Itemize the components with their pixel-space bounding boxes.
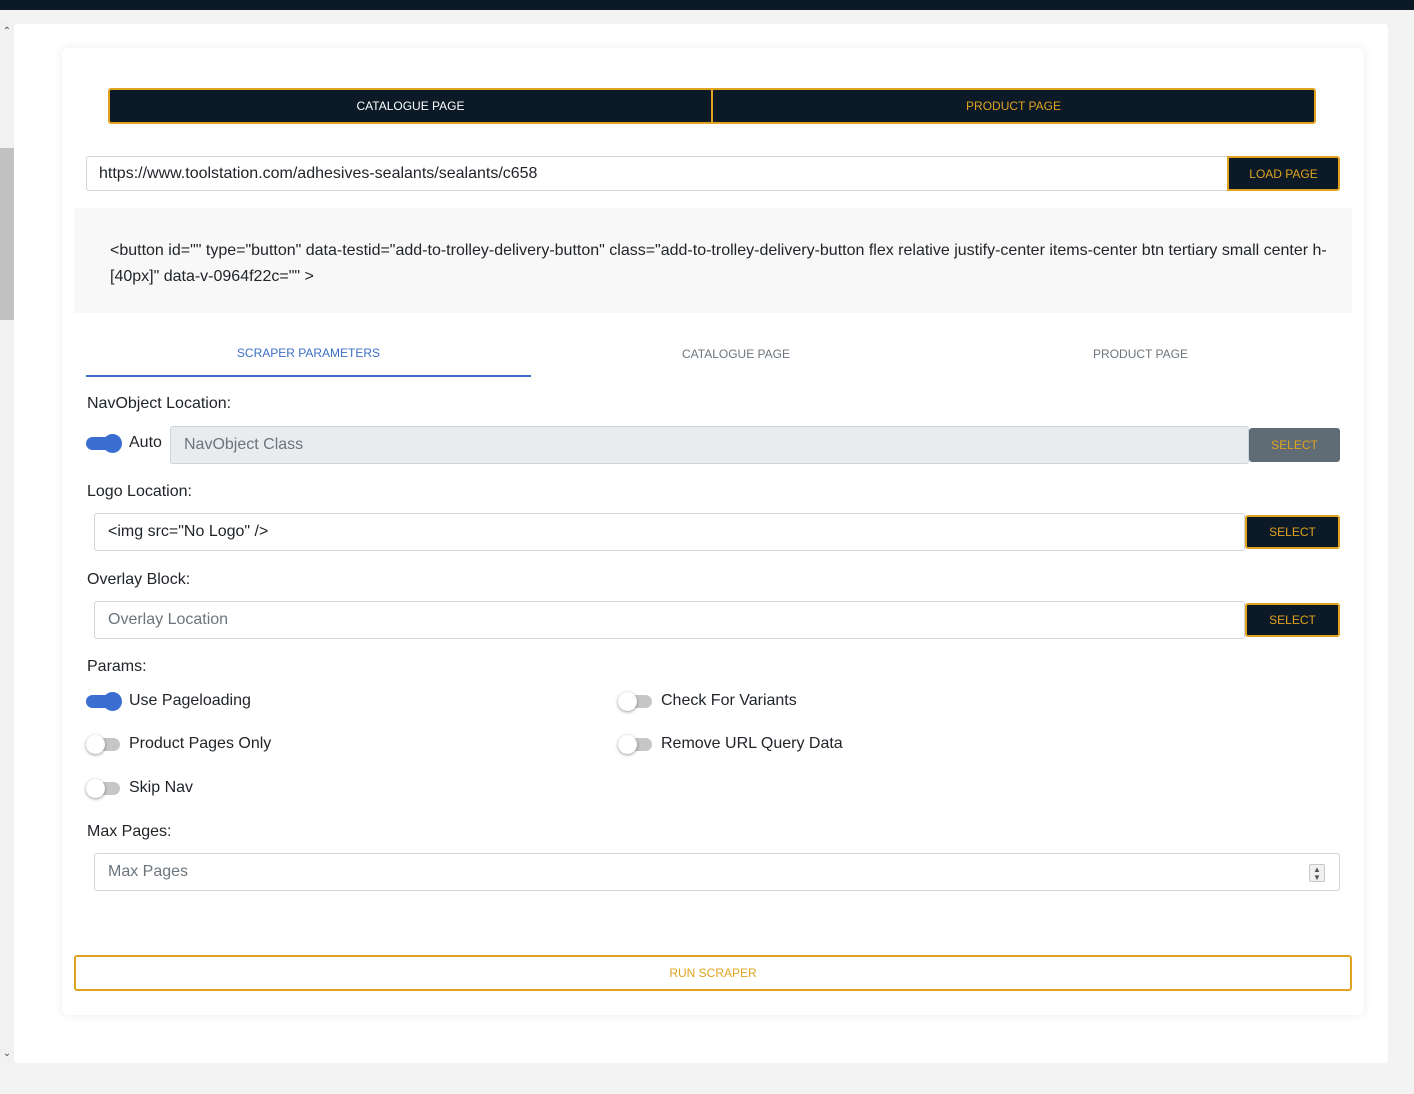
- skip-nav-label: Skip Nav: [129, 779, 194, 796]
- navobject-class-input[interactable]: NavObject Class: [170, 426, 1249, 464]
- remove-url-query-data-label: Remove URL Query Data: [661, 735, 843, 752]
- overlay-block-label: Overlay Block:: [87, 571, 191, 588]
- overlay-select-button[interactable]: SELECT: [1245, 603, 1340, 637]
- selected-element-html: <button id="" type="button" data-testid=…: [74, 208, 1352, 313]
- navobject-auto-toggle[interactable]: [86, 434, 122, 453]
- params-label: Params:: [87, 658, 147, 675]
- tab-product-page[interactable]: PRODUCT PAGE: [941, 330, 1340, 377]
- logo-location-label: Logo Location:: [87, 483, 192, 500]
- tab-bar: SCRAPER PARAMETERS CATALOGUE PAGE PRODUC…: [86, 330, 1340, 377]
- max-pages-placeholder: Max Pages: [108, 863, 189, 880]
- logo-select-button[interactable]: SELECT: [1245, 515, 1340, 549]
- number-stepper-icon[interactable]: ▲ ▼: [1309, 864, 1325, 882]
- navobject-class-placeholder: NavObject Class: [184, 436, 304, 453]
- use-pageloading-toggle[interactable]: [86, 692, 122, 711]
- max-pages-input[interactable]: Max Pages ▲ ▼: [94, 853, 1340, 891]
- product-pages-only-toggle[interactable]: [86, 735, 122, 754]
- check-for-variants-toggle[interactable]: [618, 692, 654, 711]
- skip-nav-toggle[interactable]: [86, 779, 122, 798]
- run-scraper-button[interactable]: RUN SCRAPER: [74, 955, 1352, 991]
- product-page-mode-button[interactable]: PRODUCT PAGE: [711, 90, 1314, 122]
- load-page-button[interactable]: LOAD PAGE: [1227, 156, 1340, 191]
- tab-catalogue-page[interactable]: CATALOGUE PAGE: [531, 330, 941, 377]
- catalogue-page-mode-button[interactable]: CATALOGUE PAGE: [110, 90, 711, 122]
- page-mode-toggle: CATALOGUE PAGE PRODUCT PAGE: [108, 88, 1316, 124]
- navobject-auto-label: Auto: [129, 434, 162, 451]
- navobject-select-button[interactable]: SELECT: [1249, 428, 1340, 462]
- overlay-location-input[interactable]: Overlay Location: [94, 601, 1245, 639]
- overlay-location-placeholder: Overlay Location: [108, 611, 229, 628]
- scrollbar[interactable]: ⌃ ⌄: [0, 22, 14, 1064]
- top-bar: [0, 0, 1414, 10]
- scroll-down-arrow-icon[interactable]: ⌄: [0, 1046, 14, 1062]
- tab-scraper-parameters[interactable]: SCRAPER PARAMETERS: [86, 330, 531, 377]
- logo-location-input[interactable]: <img src="No Logo" />: [94, 513, 1245, 551]
- use-pageloading-label: Use Pageloading: [129, 692, 251, 709]
- navobject-location-label: NavObject Location:: [87, 395, 232, 412]
- product-pages-only-label: Product Pages Only: [129, 735, 272, 752]
- remove-url-query-data-toggle[interactable]: [618, 735, 654, 754]
- scroll-up-arrow-icon[interactable]: ⌃: [0, 24, 14, 40]
- url-row: LOAD PAGE: [86, 156, 1340, 191]
- url-input[interactable]: [86, 156, 1227, 191]
- check-for-variants-label: Check For Variants: [661, 692, 797, 709]
- scroll-thumb[interactable]: [0, 148, 14, 320]
- logo-location-value: <img src="No Logo" />: [108, 523, 269, 540]
- max-pages-label: Max Pages:: [87, 823, 172, 840]
